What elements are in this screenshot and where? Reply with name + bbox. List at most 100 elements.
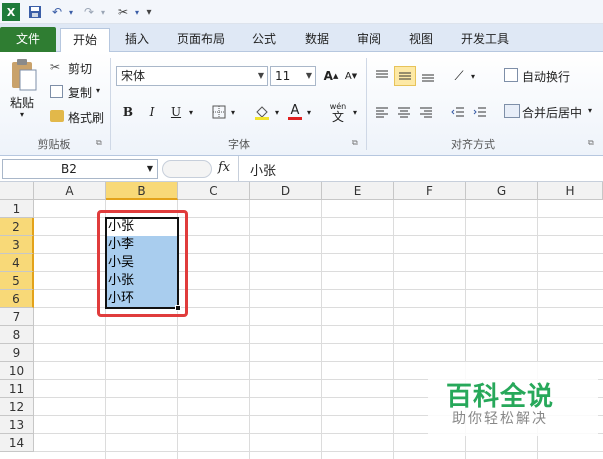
row-header-4[interactable]: 4 <box>0 254 34 272</box>
tab-view[interactable]: 视图 <box>400 28 442 52</box>
gridline <box>34 451 603 452</box>
bold-button[interactable]: B <box>118 102 138 122</box>
merge-center-button[interactable]: 合并后居中 <box>522 104 582 121</box>
formula-bar: B2 ▼ fx 小张 <box>0 156 603 182</box>
paste-button[interactable]: 粘贴 <box>10 94 34 111</box>
format-painter-icon[interactable] <box>50 110 64 122</box>
font-launcher-icon[interactable]: ⧉ <box>352 138 358 148</box>
fill-color-dropdown-icon[interactable]: ▾ <box>272 102 282 122</box>
gridline <box>34 343 603 344</box>
gridline <box>34 325 603 326</box>
border-dropdown-icon[interactable]: ▾ <box>228 102 238 122</box>
row-header-1[interactable]: 1 <box>0 200 34 218</box>
format-painter-button[interactable]: 格式刷 <box>68 109 104 126</box>
row-header-5[interactable]: 5 <box>0 272 34 290</box>
undo-dropdown-icon[interactable]: ▾ <box>62 3 80 21</box>
row-header-8[interactable]: 8 <box>0 326 34 344</box>
orientation-dropdown-icon[interactable]: ▾ <box>468 66 478 86</box>
column-header-b[interactable]: B <box>106 182 178 200</box>
column-header-e[interactable]: E <box>322 182 394 200</box>
row-header-6[interactable]: 6 <box>0 290 34 308</box>
tab-developer[interactable]: 开发工具 <box>452 28 518 52</box>
wrap-text-icon[interactable] <box>504 68 518 82</box>
insert-function-icon[interactable]: fx <box>218 160 230 175</box>
column-header-g[interactable]: G <box>466 182 538 200</box>
align-top-icon[interactable] <box>372 66 392 86</box>
align-center-icon[interactable] <box>394 102 414 122</box>
row-header-11[interactable]: 11 <box>0 380 34 398</box>
font-name-combo[interactable]: 宋体 ▼ <box>116 66 268 86</box>
tab-data[interactable]: 数据 <box>296 28 338 52</box>
copy-dropdown-icon[interactable]: ▾ <box>96 86 100 95</box>
chevron-down-icon: ▼ <box>257 71 264 80</box>
row-header-10[interactable]: 10 <box>0 362 34 380</box>
name-box[interactable]: B2 ▼ <box>2 159 158 179</box>
column-header-h[interactable]: H <box>538 182 603 200</box>
column-header-c[interactable]: C <box>178 182 250 200</box>
phonetic-guide-icon[interactable]: wén 文 <box>326 100 350 124</box>
tab-page-layout[interactable]: 页面布局 <box>170 28 232 52</box>
align-right-icon[interactable] <box>416 102 436 122</box>
customize-toolbar-icon[interactable]: ▾ <box>140 3 158 21</box>
align-middle-icon[interactable] <box>394 66 416 86</box>
row-header-12[interactable]: 12 <box>0 398 34 416</box>
copy-button[interactable]: 复制 <box>68 84 92 101</box>
align-left-icon[interactable] <box>372 102 392 122</box>
tab-insert[interactable]: 插入 <box>116 28 158 52</box>
separator <box>110 58 111 150</box>
orientation-icon[interactable]: ⟋ <box>448 66 470 86</box>
cut-button[interactable]: 剪切 <box>68 60 92 77</box>
chevron-down-icon: ▼ <box>305 71 312 80</box>
gridline <box>321 200 322 459</box>
increase-indent-icon[interactable] <box>470 102 490 122</box>
row-header-3[interactable]: 3 <box>0 236 34 254</box>
tab-formulas[interactable]: 公式 <box>244 28 284 52</box>
copy-icon[interactable] <box>50 85 63 98</box>
paste-dropdown-icon[interactable]: ▾ <box>20 110 24 119</box>
excel-logo-icon: X <box>2 3 20 21</box>
row-header-2[interactable]: 2 <box>0 218 34 236</box>
fill-color-icon[interactable] <box>252 102 272 122</box>
decrease-indent-icon[interactable] <box>448 102 468 122</box>
separator <box>366 58 367 150</box>
alignment-launcher-icon[interactable]: ⧉ <box>588 138 594 148</box>
align-bottom-icon[interactable] <box>418 66 438 86</box>
gridline <box>393 200 394 459</box>
row-header-7[interactable]: 7 <box>0 308 34 326</box>
underline-dropdown-icon[interactable]: ▾ <box>186 102 196 122</box>
scissors-icon[interactable]: ✂ <box>50 60 60 74</box>
alignment-group-label: 对齐方式 <box>451 138 495 151</box>
quick-access-toolbar: X ↶ ▾ ↷ ▾ ✂ ▾ ▾ <box>0 0 603 24</box>
column-header-d[interactable]: D <box>250 182 322 200</box>
wrap-text-button[interactable]: 自动换行 <box>522 68 570 85</box>
highlight-box <box>97 210 188 317</box>
row-header-14[interactable]: 14 <box>0 434 34 452</box>
merge-center-icon[interactable] <box>504 104 520 118</box>
tab-file[interactable]: 文件 <box>0 27 56 52</box>
formula-bar-splitter[interactable] <box>162 160 212 178</box>
border-icon[interactable] <box>210 102 228 122</box>
select-all-corner[interactable] <box>0 182 34 200</box>
clipboard-launcher-icon[interactable]: ⧉ <box>96 138 102 148</box>
redo-dropdown-icon[interactable]: ▾ <box>94 3 112 21</box>
formula-input[interactable]: 小张 <box>250 160 276 179</box>
font-size-combo[interactable]: 11 ▼ <box>270 66 316 86</box>
save-icon[interactable] <box>26 3 44 21</box>
grow-font-icon[interactable]: A ▲ <box>322 66 340 86</box>
tab-home[interactable]: 开始 <box>60 28 110 53</box>
chevron-down-icon: ▼ <box>146 164 153 173</box>
ribbon: 粘贴 ▾ ✂ 剪切 复制 ▾ 格式刷 剪贴板 ⧉ 宋体 ▼ 11 ▼ A ▲ A ▼ B… <box>0 52 603 156</box>
tab-review[interactable]: 审阅 <box>348 28 390 52</box>
font-color-dropdown-icon[interactable]: ▾ <box>304 102 314 122</box>
column-header-f[interactable]: F <box>394 182 466 200</box>
font-color-icon[interactable]: A <box>286 102 304 122</box>
merge-dropdown-icon[interactable]: ▾ <box>588 106 592 115</box>
column-header-a[interactable]: A <box>34 182 106 200</box>
italic-button[interactable]: I <box>142 102 162 122</box>
paste-icon[interactable] <box>8 58 40 92</box>
phonetic-dropdown-icon[interactable]: ▾ <box>350 102 360 122</box>
row-header-13[interactable]: 13 <box>0 416 34 434</box>
row-header-9[interactable]: 9 <box>0 344 34 362</box>
underline-button[interactable]: U <box>166 102 186 122</box>
shrink-font-icon[interactable]: A ▼ <box>342 66 360 86</box>
